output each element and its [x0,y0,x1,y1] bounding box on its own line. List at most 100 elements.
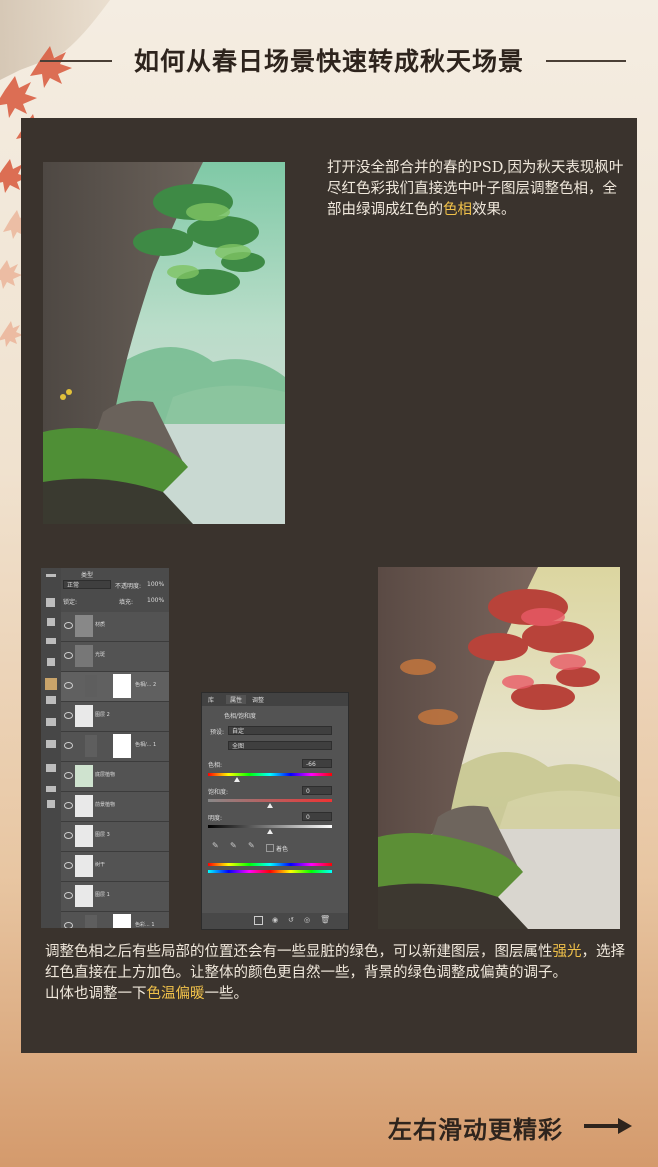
layer-name: 图层 3 [95,832,110,838]
adjustment-icon [85,915,97,928]
layer-mask-thumbnail [113,734,131,758]
properties-footer: ◉ ↺ ◎ 🗑 [202,913,348,929]
layer-mask-thumbnail [113,674,131,698]
saturation-label: 饱和度: [208,789,229,796]
properties-tab-bar: 库 属性 调整 [202,693,348,706]
layer-row[interactable]: 底层植物 [61,762,169,792]
tab-adjustments[interactable]: 调整 [252,695,264,704]
tab-library[interactable]: 库 [208,695,214,704]
body-text-p1-part1: 调整色相之后有些局部的位置还会有一些显脏的绿色，可以新建图层，图层属性 [45,944,553,960]
fill-label: 填充: [119,599,134,606]
lightness-slider-handle[interactable] [267,829,273,834]
layer-name: 树干 [95,862,106,868]
hue-saturation-properties-panel: 库 属性 调整 色相/饱和度 预设: 自定 全图 色相: -66 饱和度: 0 … [201,692,349,930]
tab-properties[interactable]: 属性 [226,695,247,704]
body-text: 调整色相之后有些局部的位置还会有一些显脏的绿色，可以新建图层，图层属性强光，选择… [45,942,625,1005]
visibility-icon[interactable]: ◎ [304,916,310,924]
layer-name: 前景植物 [95,802,116,808]
hue-result-bar-top [208,863,332,866]
eye-icon[interactable] [64,922,73,928]
hue-value[interactable]: -66 [302,759,332,768]
layer-name: 光斑 [95,652,106,658]
layer-thumbnail [75,855,93,877]
eye-icon[interactable] [64,892,73,899]
colorize-label: 着色 [276,846,289,853]
layer-thumbnail [75,885,93,907]
layer-row[interactable]: 树干 [61,852,169,882]
saturation-slider-handle[interactable] [267,803,273,808]
layer-name: 色相/... 2 [135,682,157,688]
eyedropper-minus-icon[interactable]: ✎ [248,841,255,850]
layer-row[interactable]: 图层 3 [61,822,169,852]
autumn-scene-image [378,567,620,929]
colorize-checkbox[interactable] [266,844,274,852]
preset-label: 预设: [210,729,225,736]
eye-icon[interactable] [64,682,73,689]
saturation-slider-track[interactable] [208,799,332,802]
layer-thumbnail [75,825,93,847]
eye-icon[interactable] [64,742,73,749]
layer-row[interactable]: 图层 1 [61,882,169,912]
opacity-label: 不透明度: [115,583,142,590]
eye-icon[interactable] [64,712,73,719]
intro-text: 打开没全部合并的春的PSD,因为秋天表现枫叶尽红色彩我们直接选中叶子图层调整色相… [327,158,627,221]
body-highlight-hard-light: 强光 [552,944,582,960]
eye-icon[interactable] [64,622,73,629]
eye-icon[interactable] [64,802,73,809]
clip-layer-icon[interactable] [254,916,263,925]
hue-slider-track[interactable] [208,773,332,776]
photoshop-layers-panel: 类型 正常 不透明度: 100% 锁定: 填充: 100% 材质 光斑 色相/.… [41,568,169,928]
layer-row[interactable]: 前景植物 [61,792,169,822]
right-arrow-icon [584,1118,632,1134]
opacity-value[interactable]: 100% [147,581,164,588]
swipe-hint-text: 左右滑动更精彩 [388,1115,563,1144]
intro-highlight-hue: 色相 [443,202,472,218]
layer-row[interactable]: 光斑 [61,642,169,672]
hue-label: 色相: [208,762,223,769]
eye-toggle-icon[interactable]: ◉ [272,916,278,924]
intro-text-part2: 效果。 [472,202,516,218]
channel-select[interactable]: 全图 [228,741,332,750]
lightness-slider-track[interactable] [208,825,332,828]
layer-row[interactable]: 色相/... 1 [61,732,169,762]
lightness-label: 明度: [208,815,223,822]
eye-icon[interactable] [64,832,73,839]
eye-icon[interactable] [64,862,73,869]
properties-title: 色相/饱和度 [224,713,257,720]
content-panel: 打开没全部合并的春的PSD,因为秋天表现枫叶尽红色彩我们直接选中叶子图层调整色相… [21,118,637,1053]
layers-panel-header: 类型 正常 不透明度: 100% 锁定: 填充: 100% [61,568,169,613]
eyedropper-plus-icon[interactable]: ✎ [230,841,237,850]
layer-row[interactable]: 色相/... 2 [61,672,169,702]
layer-row[interactable]: 材质 [61,612,169,642]
layer-row[interactable]: 图层 2 [61,702,169,732]
swipe-hint[interactable]: 左右滑动更精彩 [388,1108,648,1148]
eye-icon[interactable] [64,652,73,659]
title-bar: 如何从春日场景快速转成秋天场景 [0,38,658,82]
page-title: 如何从春日场景快速转成秋天场景 [133,47,524,76]
saturation-value[interactable]: 0 [302,786,332,795]
body-text-p2-part1: 山体也调整一下 [45,986,147,1002]
fill-value[interactable]: 100% [147,597,164,604]
layer-mask-thumbnail [113,914,131,928]
layer-thumbnail [75,645,93,667]
lock-label: 锁定: [63,599,78,606]
adjustment-icon [85,735,97,757]
layer-name: 底层植物 [95,772,116,778]
preset-select[interactable]: 自定 [228,726,332,735]
layer-name: 图层 1 [95,892,110,898]
hue-result-bar-bottom [208,870,332,873]
layer-name: 图层 2 [95,712,110,718]
reset-icon[interactable]: ↺ [288,916,294,924]
body-highlight-warm-temp: 色温偏暖 [146,986,205,1002]
layer-thumbnail [75,705,93,727]
eyedropper-icon[interactable]: ✎ [212,841,219,850]
adjustment-icon [85,675,97,697]
eye-icon[interactable] [64,772,73,779]
blend-mode-select[interactable]: 正常 [63,580,111,589]
body-text-p2-part2: 一些。 [204,986,249,1002]
lightness-value[interactable]: 0 [302,812,332,821]
hue-slider-handle[interactable] [234,777,240,782]
trash-icon[interactable]: 🗑 [320,915,330,924]
spring-scene-image [43,162,285,524]
layer-row[interactable]: 色彩... 1 [61,912,169,928]
